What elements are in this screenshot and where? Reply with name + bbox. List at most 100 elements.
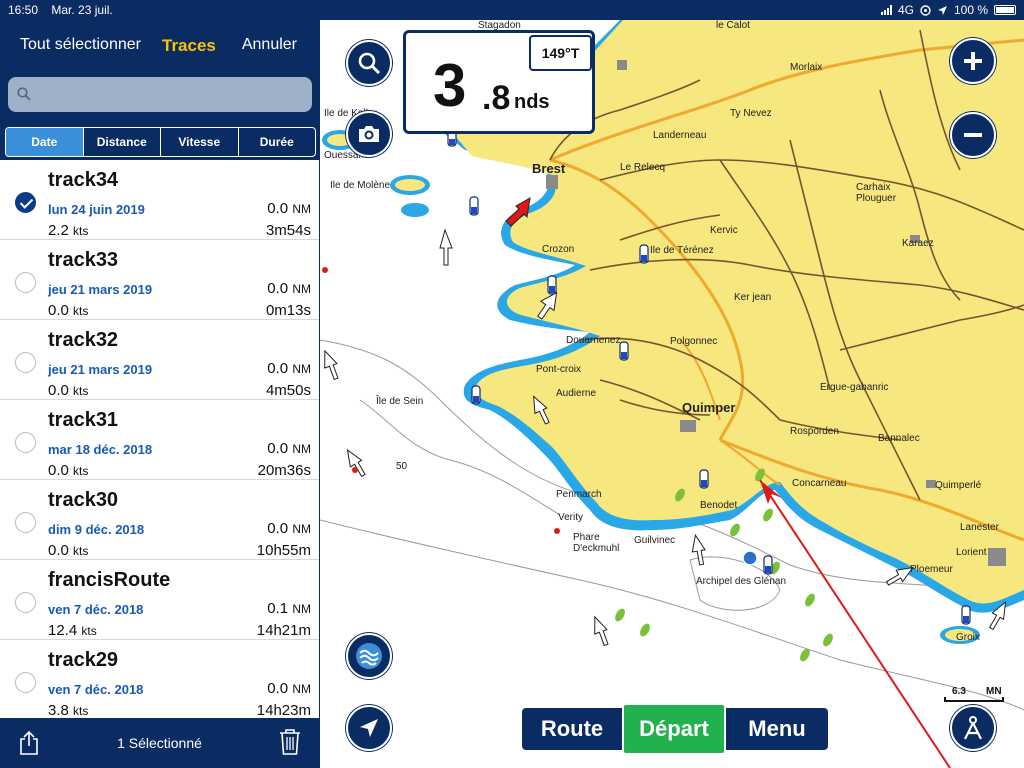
track-distance: 0.1 NM	[267, 600, 311, 617]
track-date: ven 7 déc. 2018	[48, 602, 144, 617]
menu-button[interactable]: Menu	[726, 708, 828, 750]
track-checkbox[interactable]	[15, 432, 36, 453]
track-distance: 0.0 NM	[267, 360, 311, 377]
place-label: Douarnenez	[566, 335, 621, 346]
place-label: Crozon	[542, 244, 575, 255]
speed-unit: nds	[514, 91, 550, 113]
tracks-panel: Tout sélectionner Traces Annuler Date Di…	[0, 20, 320, 768]
track-name: track33	[48, 249, 119, 271]
track-duration: 14h23m	[256, 702, 311, 718]
track-row[interactable]: track32 jeu 21 mars 2019 0.0 NM 0.0 kts …	[0, 320, 319, 400]
place-label: Île de Sein	[376, 396, 424, 407]
heading-indicator: 149°T	[529, 35, 592, 71]
scale-bar	[944, 697, 1004, 702]
track-checkbox[interactable]	[15, 352, 36, 373]
track-date: lun 24 juin 2019	[48, 202, 145, 217]
track-checkbox[interactable]	[15, 512, 36, 533]
track-checkbox[interactable]	[15, 192, 36, 213]
location-icon	[937, 5, 947, 15]
search-input[interactable]	[8, 77, 312, 112]
track-checkbox[interactable]	[15, 672, 36, 693]
track-row[interactable]: track29 ven 7 déc. 2018 0.0 NM 3.8 kts 1…	[0, 640, 319, 718]
sort-by-date[interactable]: Date	[6, 128, 83, 156]
track-speed: 3.8 kts	[48, 702, 89, 718]
battery-icon	[994, 5, 1016, 15]
place-label: Ile de Molène	[330, 180, 391, 191]
place-label: Karaez	[902, 238, 934, 249]
track-name: track30	[48, 489, 119, 511]
anchor-compass-button[interactable]	[950, 705, 996, 751]
weather-button[interactable]	[346, 633, 392, 679]
plus-icon	[964, 52, 982, 70]
track-list: track34 lun 24 juin 2019 0.0 NM 2.2 kts …	[0, 160, 319, 718]
depart-button[interactable]: Départ	[622, 703, 726, 755]
depth-label: 50	[396, 461, 408, 472]
camera-icon	[359, 126, 379, 142]
place-label: Le Relecq	[620, 162, 666, 173]
locate-button[interactable]	[346, 705, 392, 751]
track-speed: 0.0 kts	[48, 462, 89, 479]
track-distance: 0.0 NM	[267, 520, 311, 537]
speed-integer: 3	[433, 52, 466, 119]
track-row[interactable]: track34 lun 24 juin 2019 0.0 NM 2.2 kts …	[0, 160, 319, 240]
search-map-button[interactable]	[346, 40, 392, 86]
track-checkbox[interactable]	[15, 592, 36, 613]
place-label: Benodet	[700, 500, 738, 511]
place-label: Penmarch	[556, 489, 602, 500]
sort-segmented-control: Date Distance Vitesse Durée	[5, 127, 316, 157]
panel-title: Traces	[162, 36, 216, 55]
place-label: Verity	[558, 512, 584, 523]
place-label: Lanester	[960, 522, 999, 533]
track-name: track32	[48, 329, 119, 351]
speed-decimal: .8	[482, 79, 511, 117]
track-row[interactable]: francisRoute ven 7 déc. 2018 0.1 NM 12.4…	[0, 560, 319, 640]
status-bar: 16:50 Mar. 23 juil. 4G 100 %	[0, 0, 1024, 20]
scale-unit: MN	[986, 686, 1002, 697]
place-label: Audierne	[556, 388, 597, 399]
route-button[interactable]: Route	[522, 708, 622, 750]
track-distance: 0.0 NM	[267, 440, 311, 457]
place-label: Lorient	[956, 547, 987, 558]
panel-header: Tout sélectionner Traces Annuler Date Di…	[0, 20, 319, 160]
trash-icon[interactable]	[279, 728, 301, 756]
sort-by-duration[interactable]: Durée	[237, 128, 316, 156]
track-distance: 0.0 NM	[267, 680, 311, 697]
track-distance: 0.0 NM	[267, 280, 311, 297]
track-date: jeu 21 mars 2019	[48, 362, 153, 377]
track-duration: 0m13s	[265, 302, 311, 319]
place-label: Kervic	[710, 225, 738, 236]
selected-count: 1 Sélectionné	[117, 735, 202, 751]
track-row[interactable]: track33 jeu 21 mars 2019 0.0 NM 0.0 kts …	[0, 240, 319, 320]
place-label: Ploemeur	[910, 564, 953, 575]
select-all-button[interactable]: Tout sélectionner	[20, 36, 141, 54]
map-scale: 6.3 MN	[944, 686, 1004, 702]
track-checkbox[interactable]	[15, 272, 36, 293]
place-label: Archipel des Glénan	[696, 576, 787, 587]
place-label: Groix	[956, 632, 980, 643]
bottom-tab-bar: Route Départ Menu	[522, 703, 828, 755]
track-speed: 12.4 kts	[48, 622, 97, 639]
signal-icon	[880, 5, 892, 15]
search-icon	[358, 52, 381, 75]
sort-by-distance[interactable]: Distance	[82, 128, 161, 156]
track-duration: 10h55m	[256, 542, 311, 559]
track-row[interactable]: track31 mar 18 déc. 2018 0.0 NM 0.0 kts …	[0, 400, 319, 480]
zoom-in-button[interactable]	[950, 38, 996, 84]
minus-icon	[964, 133, 982, 137]
track-speed: 2.2 kts	[48, 222, 89, 239]
sort-by-speed[interactable]: Vitesse	[160, 128, 238, 156]
track-row[interactable]: track30 dim 9 déc. 2018 0.0 NM 0.0 kts 1…	[0, 480, 319, 560]
scale-value: 6.3	[952, 686, 966, 697]
cancel-button[interactable]: Annuler	[242, 36, 297, 54]
speed-display[interactable]: 149°T 3 .8 nds	[403, 30, 595, 134]
track-duration: 3m54s	[265, 222, 311, 239]
place-label: Landerneau	[653, 130, 707, 141]
zoom-out-button[interactable]	[950, 112, 996, 158]
nautical-chart[interactable]: Stagadon le Calot Morlaix Landerneau Ty …	[320, 20, 1024, 768]
track-date: jeu 21 mars 2019	[48, 282, 153, 297]
camera-button[interactable]	[346, 111, 392, 157]
track-speed: 0.0 kts	[48, 542, 89, 559]
track-distance: 0.0 NM	[267, 200, 311, 217]
waves-icon	[356, 643, 382, 669]
track-date: ven 7 déc. 2018	[48, 682, 144, 697]
